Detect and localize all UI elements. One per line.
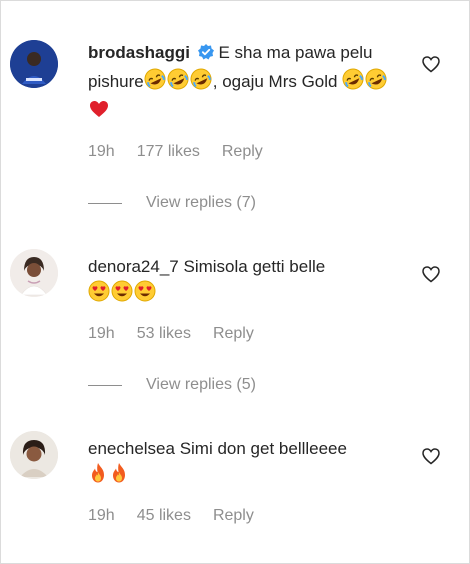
view-replies-label[interactable]: View replies (7) (146, 194, 256, 212)
view-replies-button[interactable]: View replies (7) (88, 194, 256, 212)
view-replies-label[interactable]: View replies (5) (146, 376, 256, 394)
like-heart-icon[interactable] (420, 445, 442, 467)
comment-likes[interactable]: 53 likes (137, 325, 191, 343)
comment-likes[interactable]: 45 likes (137, 507, 191, 525)
comment-meta: 19h 45 likes Reply (88, 507, 254, 525)
comment-time: 19h (88, 507, 115, 524)
rolling-laughing-emoji-icon (144, 68, 166, 98)
comment-meta: 19h 53 likes Reply (88, 325, 254, 343)
heart-eyes-emoji-icon (88, 280, 110, 310)
avatar[interactable] (10, 431, 58, 479)
rolling-laughing-emoji-icon (342, 68, 364, 98)
rolling-laughing-emoji-icon (167, 68, 189, 98)
view-replies-button[interactable]: View replies (5) (88, 376, 256, 394)
reply-button[interactable]: Reply (222, 143, 263, 161)
comment-body: Simisola getti belle (178, 257, 326, 276)
heart-eyes-emoji-icon (134, 280, 156, 310)
rolling-laughing-emoji-icon (190, 68, 212, 98)
verified-badge-icon (197, 42, 214, 68)
comment-text: enechelsea Simi don get bellleeee (88, 436, 406, 492)
reply-button[interactable]: Reply (213, 325, 254, 343)
comment-text: brodashaggi E sha ma pawa pelu pishure ,… (88, 40, 406, 128)
heart-eyes-emoji-icon (111, 280, 133, 310)
red-heart-emoji-icon (88, 98, 110, 128)
comment-text: denora24_7 Simisola getti belle (88, 254, 406, 310)
comment-likes[interactable]: 177 likes (137, 143, 200, 161)
like-heart-icon[interactable] (420, 263, 442, 285)
comment-body-continued: , ogaju Mrs Gold (212, 72, 343, 91)
like-heart-icon[interactable] (420, 53, 442, 75)
fire-emoji-icon (109, 462, 129, 492)
rolling-laughing-emoji-icon (365, 68, 387, 98)
view-replies-divider (88, 202, 122, 204)
comment-username[interactable]: denora24_7 (88, 257, 179, 276)
view-replies-divider (88, 384, 122, 386)
comment-time: 19h (88, 143, 115, 160)
reply-button[interactable]: Reply (213, 507, 254, 525)
avatar[interactable] (10, 249, 58, 297)
comment-time: 19h (88, 325, 115, 342)
avatar[interactable] (10, 40, 58, 88)
comment-body: Simi don get bellleeee (174, 439, 347, 458)
comment-meta: 19h 177 likes Reply (88, 143, 263, 161)
comment-username[interactable]: brodashaggi (88, 43, 190, 62)
comment-username[interactable]: enechelsea (88, 439, 175, 458)
fire-emoji-icon (88, 462, 108, 492)
